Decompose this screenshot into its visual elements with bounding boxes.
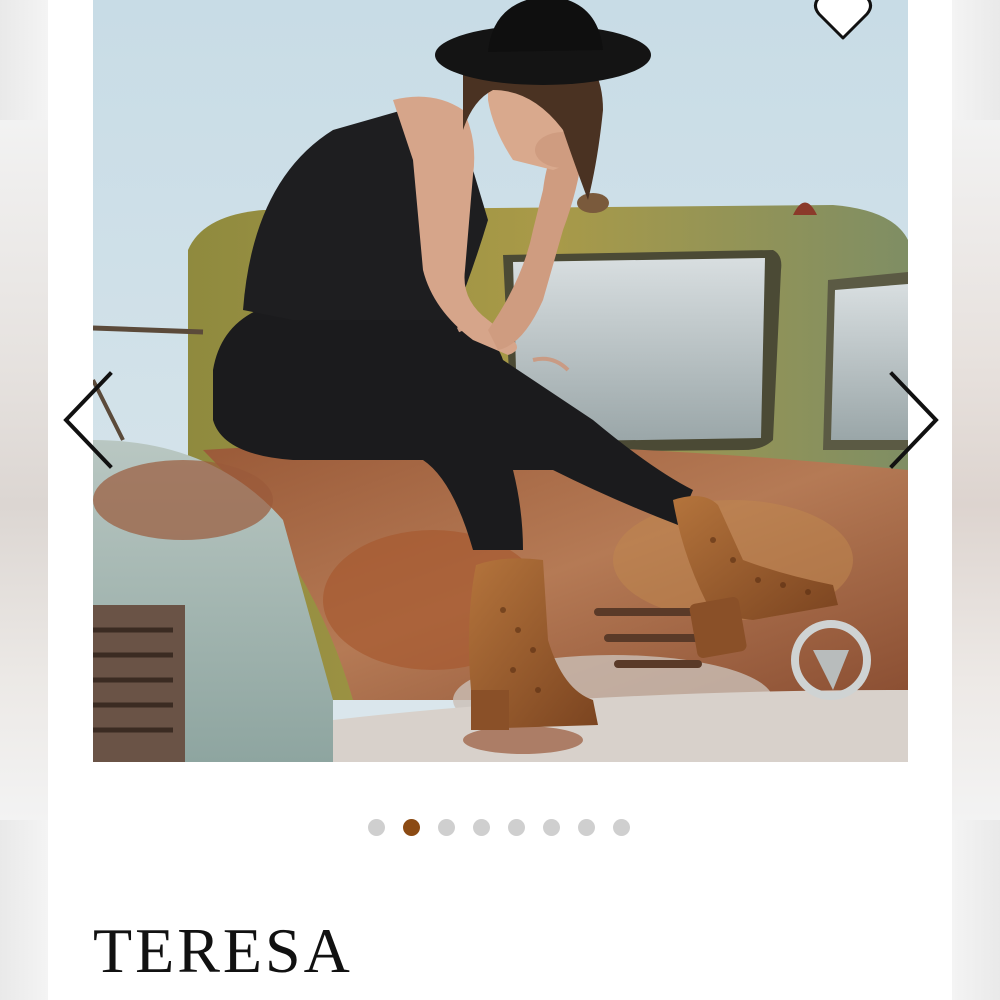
chevron-right-icon <box>889 371 939 469</box>
backdrop-left <box>0 120 48 820</box>
heart-outline-icon <box>814 0 872 40</box>
pagination-dot[interactable] <box>403 819 420 836</box>
next-image-button[interactable] <box>884 368 944 472</box>
pagination-dot[interactable] <box>473 819 490 836</box>
product-title: TERESA <box>93 915 353 986</box>
pagination-dot[interactable] <box>578 819 595 836</box>
previous-image-button[interactable] <box>58 368 118 472</box>
pagination-dot[interactable] <box>438 819 455 836</box>
pagination-dot[interactable] <box>368 819 385 836</box>
favorite-button[interactable] <box>808 0 878 44</box>
product-hero-image[interactable] <box>93 0 908 762</box>
pagination-dot[interactable] <box>613 819 630 836</box>
pagination-dot[interactable] <box>543 819 560 836</box>
pagination-dot[interactable] <box>508 819 525 836</box>
backdrop-right <box>952 120 1000 820</box>
chevron-left-icon <box>63 371 113 469</box>
